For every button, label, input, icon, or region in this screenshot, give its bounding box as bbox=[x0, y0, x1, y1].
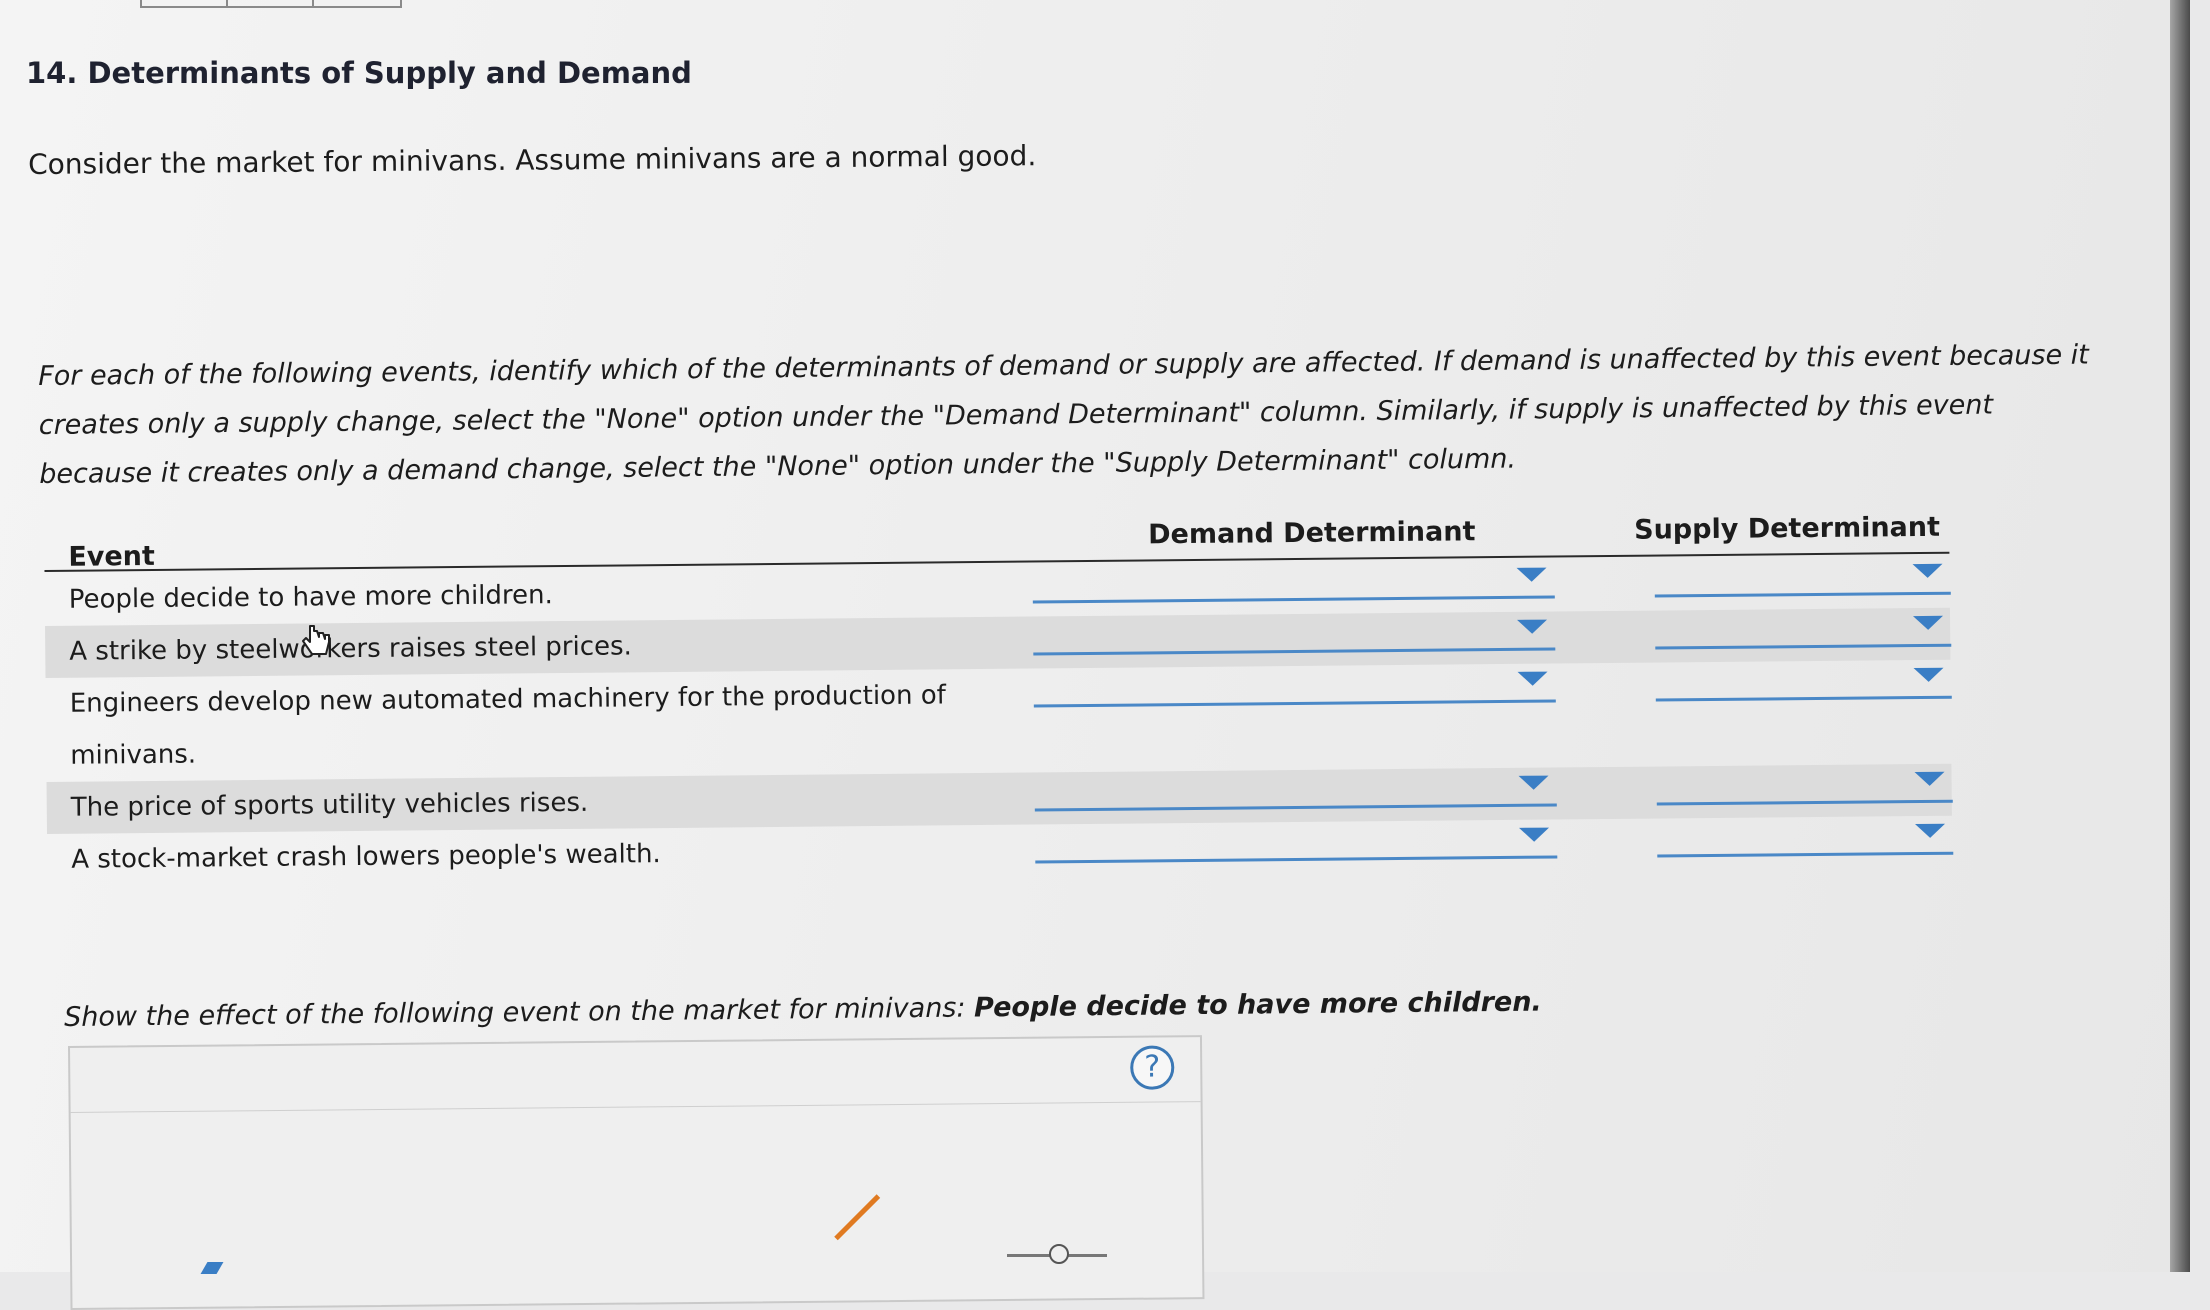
supply-determinant-dropdown[interactable] bbox=[1654, 561, 1951, 598]
supply-determinant-dropdown[interactable] bbox=[1656, 769, 1953, 806]
screen-edge bbox=[2170, 0, 2190, 1272]
header-event: Event bbox=[68, 540, 155, 573]
graph-prompt: Show the effect of the following event o… bbox=[64, 987, 1542, 1033]
header-supply-determinant: Supply Determinant bbox=[1634, 511, 1941, 546]
supply-determinant-dropdown[interactable] bbox=[1656, 821, 1954, 858]
question-intro: Consider the market for minivans. Assume… bbox=[28, 139, 1037, 181]
demand-determinant-dropdown[interactable] bbox=[1033, 617, 1556, 656]
demand-determinant-dropdown[interactable] bbox=[1032, 565, 1555, 604]
page: 14. Determinants of Supply and Demand Co… bbox=[0, 0, 2190, 1310]
demand-determinant-dropdown[interactable] bbox=[1033, 669, 1556, 708]
chevron-down-icon bbox=[1519, 827, 1550, 842]
equilibrium-point-tool[interactable] bbox=[1007, 1244, 1107, 1264]
chevron-down-icon bbox=[1913, 615, 1944, 631]
chevron-down-icon bbox=[1914, 771, 1945, 787]
demand-determinant-dropdown[interactable] bbox=[1035, 825, 1558, 864]
graph-prompt-lead: Show the effect of the following event o… bbox=[64, 992, 966, 1033]
graph-prompt-event: People decide to have more children. bbox=[973, 986, 1542, 1024]
chevron-down-icon bbox=[1516, 567, 1547, 582]
instructions: For each of the following events, identi… bbox=[38, 332, 2089, 499]
demand-determinant-dropdown[interactable] bbox=[1034, 773, 1557, 812]
chevron-down-icon bbox=[1912, 563, 1943, 579]
event-text: People decide to have more children. bbox=[68, 580, 553, 615]
table-row: Engineers develop new automated machiner… bbox=[46, 660, 1952, 782]
chevron-down-icon bbox=[1518, 775, 1549, 790]
top-tab-bar bbox=[140, 0, 402, 8]
event-text: A strike by steelworkers raises steel pr… bbox=[69, 631, 633, 667]
event-text: The price of sports utility vehicles ris… bbox=[70, 787, 589, 823]
chevron-down-icon bbox=[1915, 823, 1946, 839]
hand-pointer-icon bbox=[302, 625, 330, 655]
event-text: minivans. bbox=[70, 739, 197, 771]
chevron-down-icon bbox=[1517, 671, 1548, 686]
chevron-down-icon bbox=[1913, 667, 1944, 683]
event-text: A stock-market crash lowers people's wea… bbox=[71, 839, 661, 875]
supply-determinant-dropdown[interactable] bbox=[1655, 613, 1952, 650]
determinants-table: Event Demand Determinant Supply Determin… bbox=[44, 502, 1958, 920]
event-text: Engineers develop new automated machiner… bbox=[69, 680, 946, 719]
supply-determinant-dropdown[interactable] bbox=[1655, 665, 1952, 702]
panel-divider bbox=[70, 1101, 1201, 1113]
question-title: 14. Determinants of Supply and Demand bbox=[26, 56, 692, 90]
graph-tool-panel[interactable]: ? bbox=[68, 1035, 1205, 1310]
chevron-down-icon bbox=[1517, 619, 1548, 634]
help-button[interactable]: ? bbox=[1130, 1045, 1175, 1090]
header-demand-determinant: Demand Determinant bbox=[1148, 516, 1476, 551]
